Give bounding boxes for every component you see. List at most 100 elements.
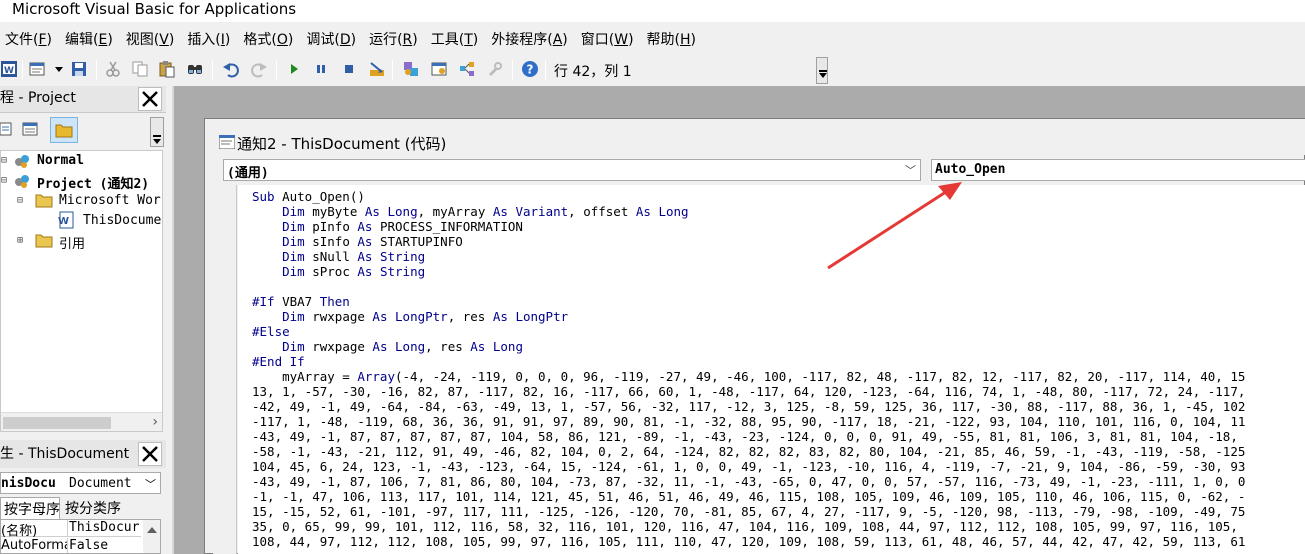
code-editor[interactable]: Sub Auto_Open() Dim myByte As Long, myAr… <box>238 185 1305 554</box>
project-panel-title: 程 - Project <box>0 90 76 106</box>
property-row[interactable]: (名称) ThisDocur <box>1 520 141 539</box>
project-panel-close-button[interactable] <box>138 87 162 111</box>
insert-module-icon[interactable] <box>28 60 46 78</box>
scroll-thumb[interactable] <box>3 417 111 429</box>
code-text: Sub Auto_Open() Dim myByte As Long, myAr… <box>252 189 1245 549</box>
code-line: #End If <box>252 354 305 369</box>
panel-options-grip[interactable] <box>150 117 164 147</box>
menu-item-r[interactable]: 运行(R) <box>364 29 426 49</box>
find-icon[interactable] <box>186 60 204 78</box>
menu-item-d[interactable]: 调试(D) <box>301 29 364 49</box>
object-combo-value: (通用) <box>227 166 269 181</box>
project-panel-header: 程 - Project <box>0 86 166 113</box>
tree-label: Microsoft Wor <box>59 193 161 208</box>
break-icon[interactable] <box>312 60 330 78</box>
property-key: AutoForma <box>1 538 67 553</box>
code-line: 15, -15, 52, 61, -101, -97, 117, 111, -1… <box>252 504 1246 519</box>
project-tree: ⊟ Normal ⊟ Project (通知2) ⊟ Microsoft Wor… <box>0 150 163 432</box>
run-icon[interactable] <box>285 60 303 78</box>
dropdown-arrow-icon[interactable] <box>50 60 63 78</box>
menu-item-w[interactable]: 窗口(W) <box>576 29 642 49</box>
window-title-bar: Microsoft Visual Basic for Applications <box>0 0 1305 22</box>
code-window: 通知2 - ThisDocument (代码) (通用) ﹀ Auto_Open… <box>204 118 1305 554</box>
menu-item-a[interactable]: 外接程序(A) <box>486 29 576 49</box>
code-line: -117, 1, -48, -119, 68, 36, 36, 91, 91, … <box>252 414 1246 429</box>
code-window-title-bar: 通知2 - ThisDocument (代码) <box>205 119 1305 155</box>
code-line: -1, -1, 47, 106, 113, 117, 101, 114, 121… <box>252 489 1246 504</box>
word-document-icon: W <box>58 211 74 229</box>
menu-item-f[interactable]: 文件(F) <box>0 29 60 49</box>
property-value: False <box>69 538 109 553</box>
redo-icon[interactable] <box>250 60 268 78</box>
menu-item-e[interactable]: 编辑(E) <box>60 29 121 49</box>
property-value: ThisDocur <box>69 520 140 535</box>
code-line: #Else <box>252 324 290 339</box>
close-icon <box>142 91 158 107</box>
code-line: myArray = Array(-4, -24, -119, 0, 0, 0, … <box>252 369 1246 384</box>
code-line: Dim sNull As String <box>282 249 426 264</box>
scroll-right-icon[interactable]: › <box>152 414 158 430</box>
view-object-icon[interactable] <box>22 121 38 137</box>
toolbar-options-grip[interactable] <box>816 57 828 84</box>
tab-categorized[interactable]: 按分类序 <box>62 497 132 519</box>
chevron-down-icon: ﹀ <box>905 164 916 177</box>
cursor-position-status: 行 42，列 1 <box>548 58 818 82</box>
object-browser-icon[interactable] <box>458 60 476 78</box>
code-line: Dim sInfo As STARTUPINFO <box>282 234 463 249</box>
code-line: Dim pInfo As PROCESS_INFORMATION <box>282 219 523 234</box>
code-margin[interactable] <box>213 185 237 554</box>
cursor-position-text: 行 42，列 1 <box>554 64 632 80</box>
object-combo[interactable]: (通用) ﹀ <box>223 159 921 181</box>
properties-panel-close-button[interactable] <box>138 442 162 466</box>
menu-item-h[interactable]: 帮助(H) <box>642 29 704 49</box>
code-line: 108, 44, 97, 112, 112, 108, 105, 99, 97,… <box>252 534 1246 549</box>
procedure-combo[interactable]: Auto_Open <box>931 159 1305 181</box>
save-icon[interactable] <box>70 60 88 78</box>
app-title: Microsoft Visual Basic for Applications <box>12 0 297 18</box>
properties-tabs: 按字母序 按分类序 <box>0 497 166 519</box>
project-tree-hscrollbar[interactable]: › <box>1 412 162 431</box>
menu-bar: 文件(F) 编辑(E) 视图(V) 插入(I) 格式(O) 调试(D) 运行(R) 工具(T)… <box>0 26 1305 52</box>
design-mode-icon[interactable] <box>368 60 386 78</box>
properties-vscrollbar[interactable] <box>143 520 160 553</box>
code-line: 13, 1, -57, -30, -16, 82, 87, -117, 82, … <box>252 384 1246 399</box>
properties-grid: (名称) ThisDocur AutoForma False <box>0 519 161 554</box>
view-code-icon[interactable] <box>0 121 12 137</box>
word-icon[interactable]: W <box>0 60 18 78</box>
menu-item-o[interactable]: 格式(O) <box>238 29 301 49</box>
cut-icon[interactable] <box>104 60 122 78</box>
paste-icon[interactable] <box>158 60 176 78</box>
tree-label: Normal <box>37 153 84 168</box>
menu-item-i[interactable]: 插入(I) <box>182 29 238 49</box>
code-line: -42, 49, -1, 49, -64, -84, -63, -49, 13,… <box>252 399 1246 414</box>
tab-alphabetic[interactable]: 按字母序 <box>0 497 60 519</box>
code-line: 104, 45, 6, 24, 123, -1, -43, -123, -64,… <box>252 459 1246 474</box>
toggle-folders-button[interactable] <box>50 117 78 143</box>
code-window-title: 通知2 - ThisDocument (代码) <box>237 135 447 153</box>
undo-icon[interactable] <box>222 60 240 78</box>
reset-icon[interactable] <box>340 60 358 78</box>
close-icon <box>142 446 158 462</box>
tree-label: 引用 <box>59 237 86 252</box>
property-key: (名称) <box>1 524 38 539</box>
properties-object-select[interactable]: nisDocu Document ﹀ <box>0 472 161 494</box>
svg-text:W: W <box>58 216 69 227</box>
code-line: -43, 49, -1, 87, 106, 7, 81, 86, 80, 104… <box>252 474 1246 489</box>
tree-label: Project (通知2) <box>37 177 150 192</box>
help-icon[interactable]: ? <box>521 60 539 78</box>
copy-icon[interactable] <box>131 60 149 78</box>
folder-icon <box>35 234 53 248</box>
svg-text:?: ? <box>527 63 534 77</box>
code-line: -58, -1, -43, -21, 112, 91, 49, -46, 82,… <box>252 444 1246 459</box>
code-line: #If VBA7 Then <box>252 294 350 309</box>
menu-item-v[interactable]: 视图(V) <box>121 29 183 49</box>
properties-icon[interactable] <box>430 60 448 78</box>
menu-item-t[interactable]: 工具(T) <box>426 29 487 49</box>
folder-icon <box>55 124 73 138</box>
project-explorer-icon[interactable] <box>402 60 420 78</box>
code-line: -43, 49, -1, 87, 87, 87, 87, 87, 104, 58… <box>252 429 1238 444</box>
code-line: Sub Auto_Open() <box>252 189 365 204</box>
toolbox-icon[interactable] <box>486 60 504 78</box>
property-row[interactable]: AutoForma False <box>1 538 141 553</box>
